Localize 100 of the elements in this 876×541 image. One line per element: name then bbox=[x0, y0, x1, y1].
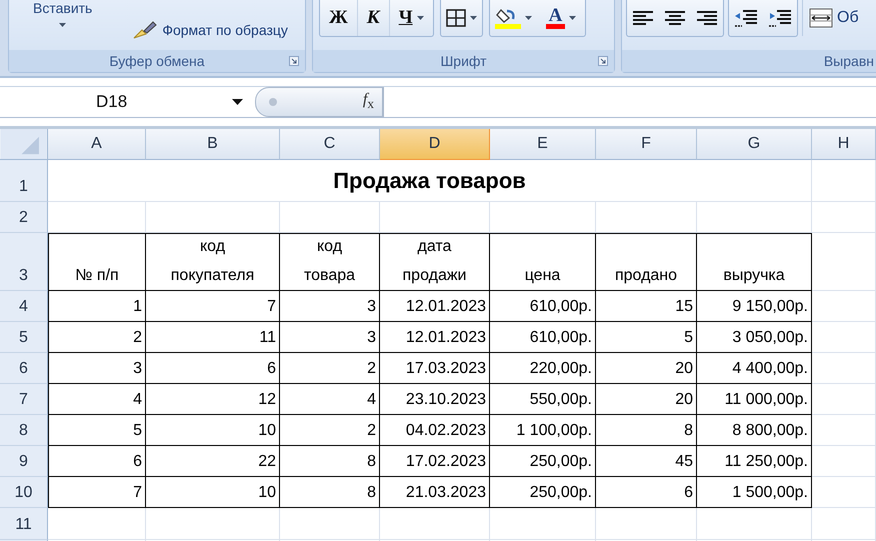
empty-cell[interactable] bbox=[812, 322, 876, 353]
empty-cell[interactable] bbox=[380, 202, 490, 233]
empty-cell[interactable] bbox=[490, 508, 596, 540]
table-cell: 12 bbox=[146, 384, 280, 415]
table-cell: 8 bbox=[596, 415, 697, 446]
empty-cell[interactable] bbox=[812, 202, 876, 233]
table-cell: 21.03.2023 bbox=[380, 477, 490, 508]
table-cell: 11 bbox=[146, 322, 280, 353]
empty-cell[interactable] bbox=[146, 202, 280, 233]
empty-cell[interactable] bbox=[812, 477, 876, 508]
column-header[interactable]: B bbox=[146, 129, 280, 160]
table-cell: 3 bbox=[280, 291, 380, 322]
handle-icon bbox=[268, 97, 278, 107]
table-cell: 4 400,00р. bbox=[697, 353, 812, 384]
table-cell: 3 bbox=[280, 322, 380, 353]
row-header[interactable]: 9 bbox=[0, 446, 48, 477]
table-cell: 8 bbox=[280, 446, 380, 477]
dialog-launcher-icon[interactable] bbox=[289, 56, 299, 66]
align-left-icon bbox=[632, 10, 654, 26]
table-cell: 1 100,00р. bbox=[490, 415, 596, 446]
empty-cell[interactable] bbox=[812, 446, 876, 477]
merge-cells-icon bbox=[809, 7, 833, 29]
outdent-icon bbox=[734, 9, 758, 27]
empty-cell[interactable] bbox=[280, 508, 380, 540]
column-heading: продано bbox=[596, 233, 697, 291]
dialog-launcher-icon[interactable] bbox=[598, 56, 608, 66]
table-cell: 12.01.2023 bbox=[380, 322, 490, 353]
italic-button[interactable]: К bbox=[358, 0, 390, 36]
table-cell: 4 bbox=[48, 384, 146, 415]
merge-button[interactable]: Об bbox=[802, 0, 859, 36]
column-header[interactable]: H bbox=[812, 129, 876, 160]
table-cell: 3 bbox=[48, 353, 146, 384]
empty-cell[interactable] bbox=[812, 508, 876, 540]
empty-cell[interactable] bbox=[812, 160, 876, 202]
table-cell: 1 bbox=[48, 291, 146, 322]
row-header[interactable]: 3 bbox=[0, 233, 48, 291]
empty-cell[interactable] bbox=[812, 233, 876, 291]
row-header[interactable]: 11 bbox=[0, 508, 48, 540]
table-cell: 2 bbox=[280, 415, 380, 446]
insert-function-button[interactable]: f$_{x}$ bbox=[255, 87, 383, 117]
empty-cell[interactable] bbox=[490, 202, 596, 233]
table-cell: 20 bbox=[596, 353, 697, 384]
table-cell: 7 bbox=[48, 477, 146, 508]
table-cell: 11 250,00р. bbox=[697, 446, 812, 477]
table-cell: 04.02.2023 bbox=[380, 415, 490, 446]
empty-cell[interactable] bbox=[596, 202, 697, 233]
table-cell: 2 bbox=[280, 353, 380, 384]
paint-bucket-icon bbox=[494, 7, 521, 29]
table-cell: 17.03.2023 bbox=[380, 353, 490, 384]
empty-cell[interactable] bbox=[812, 291, 876, 322]
row-header[interactable]: 1 bbox=[0, 160, 48, 202]
underline-button[interactable]: Ч bbox=[390, 0, 433, 36]
row-header[interactable]: 8 bbox=[0, 415, 48, 446]
bold-button[interactable]: Ж bbox=[320, 0, 358, 36]
row-header[interactable]: 6 bbox=[0, 353, 48, 384]
align-right-icon bbox=[696, 10, 718, 26]
sheet-title: Продажа товаров bbox=[48, 160, 812, 202]
format-painter-button[interactable]: Формат по образцу bbox=[112, 20, 292, 40]
borders-icon bbox=[446, 9, 466, 27]
empty-cell[interactable] bbox=[380, 508, 490, 540]
table-cell: 610,00р. bbox=[490, 322, 596, 353]
empty-cell[interactable] bbox=[812, 384, 876, 415]
table-cell: 250,00р. bbox=[490, 477, 596, 508]
column-header[interactable]: E bbox=[490, 129, 596, 160]
name-box[interactable]: D18 bbox=[8, 87, 255, 117]
empty-cell[interactable] bbox=[697, 508, 812, 540]
table-cell: 45 bbox=[596, 446, 697, 477]
column-header[interactable]: D bbox=[380, 129, 490, 160]
empty-cell[interactable] bbox=[146, 508, 280, 540]
row-header[interactable]: 2 bbox=[0, 202, 48, 233]
column-header[interactable]: C bbox=[280, 129, 380, 160]
table-cell: 23.10.2023 bbox=[380, 384, 490, 415]
row-header[interactable]: 10 bbox=[0, 477, 48, 508]
table-cell: 6 bbox=[48, 446, 146, 477]
column-heading: код покупателя bbox=[146, 233, 280, 291]
row-header[interactable]: 5 bbox=[0, 322, 48, 353]
table-cell: 5 bbox=[596, 322, 697, 353]
empty-cell[interactable] bbox=[812, 353, 876, 384]
group-label: Выравн bbox=[824, 53, 874, 69]
column-heading: № п/п bbox=[48, 233, 146, 291]
dropdown-arrow-icon bbox=[232, 99, 243, 105]
empty-cell[interactable] bbox=[596, 508, 697, 540]
table-cell: 1 500,00р. bbox=[697, 477, 812, 508]
paste-button[interactable]: Вставить bbox=[15, 0, 106, 27]
row-header[interactable]: 7 bbox=[0, 384, 48, 415]
column-header[interactable]: G bbox=[697, 129, 812, 160]
empty-cell[interactable] bbox=[812, 415, 876, 446]
group-label: Буфер обмена bbox=[109, 53, 205, 69]
align-center-icon bbox=[664, 10, 686, 26]
row-header[interactable]: 4 bbox=[0, 291, 48, 322]
brush-icon bbox=[132, 20, 158, 40]
table-cell: 610,00р. bbox=[490, 291, 596, 322]
table-cell: 2 bbox=[48, 322, 146, 353]
table-cell: 12.01.2023 bbox=[380, 291, 490, 322]
table-cell: 220,00р. bbox=[490, 353, 596, 384]
column-header[interactable]: A bbox=[48, 129, 146, 160]
column-heading: выручка bbox=[697, 233, 812, 291]
empty-cell[interactable] bbox=[280, 202, 380, 233]
column-header[interactable]: F bbox=[596, 129, 697, 160]
empty-cell[interactable] bbox=[697, 202, 812, 233]
